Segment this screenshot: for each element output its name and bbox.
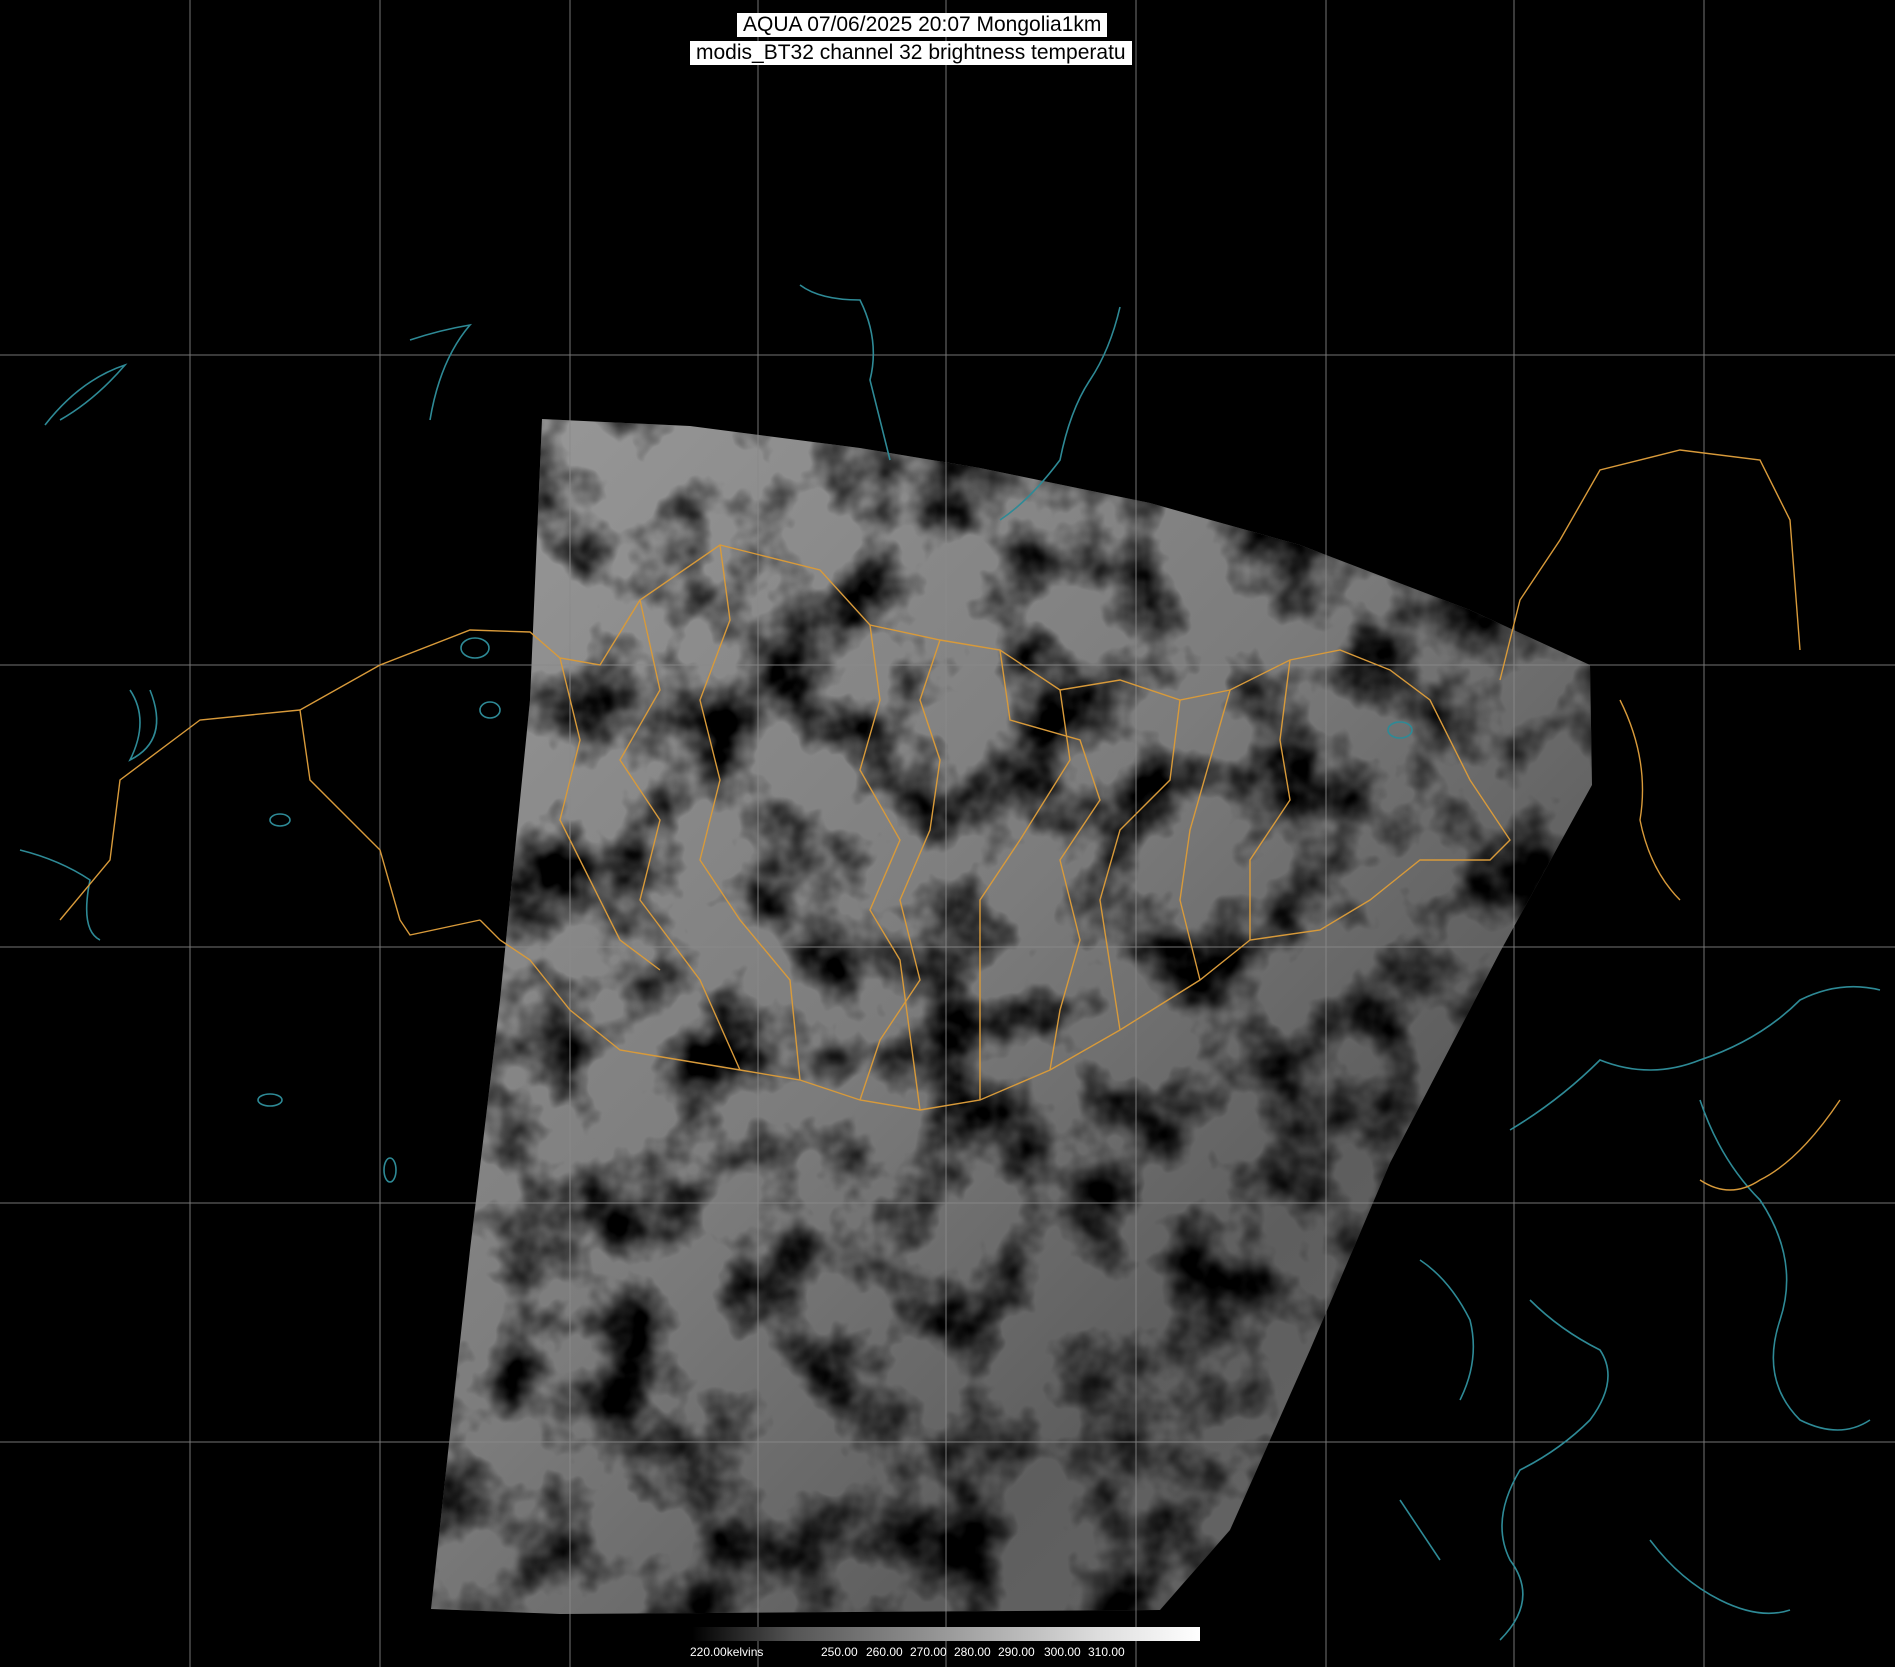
colorbar-label-260: 260.00	[866, 1645, 903, 1659]
colorbar-label-220: 220.00kelvins	[690, 1645, 764, 1659]
colorbar-label-280: 280.00	[954, 1645, 991, 1659]
colorbar-label-290: 290.00	[998, 1645, 1035, 1659]
colorbar-label-270: 270.00	[910, 1645, 947, 1659]
satellite-map	[0, 0, 1895, 1667]
satellite-swath	[431, 419, 1592, 1614]
temperature-colorbar	[692, 1627, 1200, 1641]
title-line-2: modis_BT32 channel 32 brightness tempera…	[690, 41, 1132, 65]
colorbar-label-310: 310.00	[1088, 1645, 1125, 1659]
colorbar-label-250: 250.00	[821, 1645, 858, 1659]
title-line-1: AQUA 07/06/2025 20:07 Mongolia1km	[737, 13, 1108, 37]
colorbar-label-300: 300.00	[1044, 1645, 1081, 1659]
